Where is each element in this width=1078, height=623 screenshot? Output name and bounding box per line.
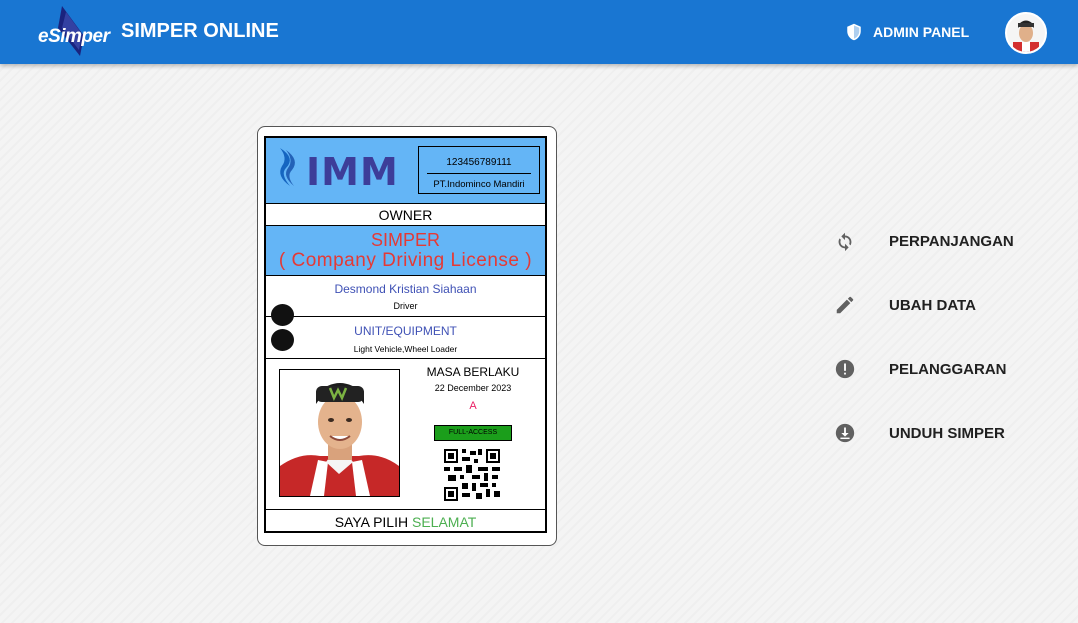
simper-title: SIMPER xyxy=(370,230,440,250)
avatar-image xyxy=(1007,14,1045,52)
qr-code-icon xyxy=(444,449,500,501)
app-title: SIMPER ONLINE xyxy=(121,20,279,42)
id-number: 123456789111 xyxy=(446,157,512,168)
holder-photo xyxy=(279,369,400,497)
holder-role: Driver xyxy=(393,301,418,311)
validity-label: MASA BERLAKU xyxy=(426,365,520,379)
admin-panel-label: ADMIN PANEL xyxy=(873,24,970,40)
esimper-logo[interactable]: eSimper xyxy=(36,6,110,56)
holder-photo-image xyxy=(280,370,399,496)
unit-label: UNIT/EQUIPMENT xyxy=(354,324,457,338)
menu-label: PERPANJANGAN xyxy=(889,232,1014,250)
menu-item-ubah-data[interactable]: UBAH DATA xyxy=(833,287,1063,323)
simper-banner: SIMPER ( Company Driving License ) xyxy=(266,226,545,276)
id-divider xyxy=(427,173,531,174)
menu-item-perpanjangan[interactable]: PERPANJANGAN xyxy=(833,223,1063,259)
menu-item-pelanggaran[interactable]: PELANGGARAN xyxy=(833,351,1063,387)
shield-icon xyxy=(847,23,861,41)
refresh-icon xyxy=(833,229,857,253)
validity-date: 22 December 2023 xyxy=(434,383,512,393)
holder-section: Desmond Kristian Siahaan Driver xyxy=(266,276,545,317)
owner-label: OWNER xyxy=(266,204,545,226)
punch-hole-bottom xyxy=(271,329,294,351)
menu-item-unduh-simper[interactable]: UNDUH SIMPER xyxy=(833,415,1063,451)
unit-value: Light Vehicle,Wheel Loader xyxy=(353,344,458,354)
imm-logo-icon xyxy=(280,148,295,186)
logo-text: eSimper xyxy=(38,26,110,47)
license-grade: A xyxy=(469,400,477,412)
card-footer: SAYA PILIH SELAMAT xyxy=(266,510,545,533)
menu-label: PELANGGARAN xyxy=(889,360,1007,378)
download-icon xyxy=(833,421,857,445)
id-box: 123456789111 PT.Indominco Mandiri xyxy=(418,146,540,194)
pencil-icon xyxy=(833,293,857,317)
company-name: PT.Indominco Mandiri xyxy=(433,179,525,190)
license-card: IMM 123456789111 PT.Indominco Mandiri OW… xyxy=(264,136,547,533)
holder-name: Desmond Kristian Siahaan xyxy=(334,282,477,296)
user-avatar[interactable] xyxy=(1005,12,1047,54)
footer-highlight: SELAMAT xyxy=(411,514,477,530)
unit-section: UNIT/EQUIPMENT Light Vehicle,Wheel Loade… xyxy=(266,317,545,359)
alert-circle-icon xyxy=(833,357,857,381)
license-card-container: IMM 123456789111 PT.Indominco Mandiri OW… xyxy=(257,126,557,546)
validity-block: MASA BERLAKU 22 December 2023 A FULL-ACC… xyxy=(406,365,540,501)
card-header: IMM 123456789111 PT.Indominco Mandiri xyxy=(266,138,545,204)
top-app-bar: eSimper SIMPER ONLINE ADMIN PANEL xyxy=(0,0,1078,64)
admin-panel-button[interactable]: ADMIN PANEL xyxy=(845,22,969,42)
punch-hole-top xyxy=(271,304,294,326)
photo-section: MASA BERLAKU 22 December 2023 A FULL-ACC… xyxy=(266,359,545,510)
menu-label: UNDUH SIMPER xyxy=(889,424,1005,442)
footer-text: SAYA PILIH xyxy=(334,514,409,530)
menu-label: UBAH DATA xyxy=(889,296,976,314)
simper-subtitle: ( Company Driving License ) xyxy=(278,250,533,271)
company-logo-text: IMM xyxy=(306,150,399,194)
access-badge: FULL-ACCESS xyxy=(434,425,512,441)
